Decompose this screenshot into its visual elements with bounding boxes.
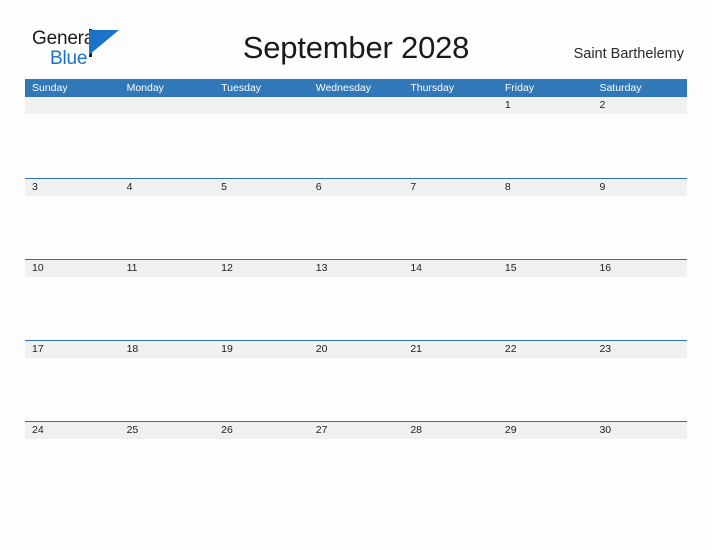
day-note-area[interactable] [120,358,215,421]
day-cell[interactable]: 23 [592,341,687,358]
day-cell[interactable]: 29 [498,422,593,439]
day-cell[interactable] [214,97,309,114]
day-note-band [25,439,687,502]
day-cell[interactable]: 7 [403,179,498,196]
weekday-friday: Friday [504,82,535,94]
day-note-area[interactable] [403,439,498,502]
day-note-area[interactable] [25,277,120,340]
day-note-band [25,358,687,421]
date-number-band: 3 4 5 6 7 8 9 [25,179,687,196]
day-note-area[interactable] [403,277,498,340]
day-note-area[interactable] [592,439,687,502]
day-cell[interactable]: 28 [403,422,498,439]
weekday-header-row: Sunday Monday Tuesday Wednesday Thursday… [25,79,687,97]
day-cell[interactable]: 10 [25,260,120,277]
day-note-area[interactable] [120,439,215,502]
day-cell[interactable]: 26 [214,422,309,439]
day-cell[interactable]: 16 [592,260,687,277]
day-cell[interactable]: 25 [120,422,215,439]
page-header: General Blue September 2028 Saint Barthe… [0,0,712,78]
weekday-sunday: Sunday [32,82,68,94]
date-number-band: 1 2 [25,97,687,114]
day-note-area[interactable] [592,277,687,340]
weekday-wednesday: Wednesday [315,82,371,94]
day-note-area[interactable] [403,358,498,421]
calendar-page: General Blue September 2028 Saint Barthe… [0,0,712,550]
day-cell[interactable]: 5 [214,179,309,196]
day-cell[interactable] [403,97,498,114]
day-cell[interactable] [120,97,215,114]
weekday-tuesday: Tuesday [221,82,262,94]
day-note-band [25,277,687,340]
day-cell[interactable]: 4 [120,179,215,196]
day-note-area[interactable] [309,277,404,340]
day-cell[interactable]: 1 [498,97,593,114]
day-cell[interactable]: 3 [25,179,120,196]
day-note-area[interactable] [214,358,309,421]
day-note-area[interactable] [592,358,687,421]
day-note-area[interactable] [25,196,120,259]
day-note-area[interactable] [214,277,309,340]
day-note-area[interactable] [120,277,215,340]
day-note-area[interactable] [403,196,498,259]
day-cell[interactable]: 8 [498,179,593,196]
date-number-band: 17 18 19 20 21 22 23 [25,341,687,358]
day-note-area[interactable] [120,115,215,178]
weekday-thursday: Thursday [410,82,455,94]
day-note-area[interactable] [120,196,215,259]
day-note-area[interactable] [214,196,309,259]
day-cell[interactable]: 11 [120,260,215,277]
day-cell[interactable]: 15 [498,260,593,277]
day-cell[interactable]: 20 [309,341,404,358]
week-row: 10 11 12 13 14 15 16 [25,259,687,340]
day-note-area[interactable] [498,277,593,340]
weekday-monday: Monday [126,82,164,94]
day-cell[interactable] [25,97,120,114]
day-cell[interactable]: 27 [309,422,404,439]
day-note-area[interactable] [592,115,687,178]
week-row: 3 4 5 6 7 8 9 [25,178,687,259]
day-note-area[interactable] [309,115,404,178]
day-note-area[interactable] [309,439,404,502]
day-note-area[interactable] [498,439,593,502]
day-cell[interactable]: 22 [498,341,593,358]
day-cell[interactable]: 12 [214,260,309,277]
day-note-band [25,196,687,259]
calendar-grid: Sunday Monday Tuesday Wednesday Thursday… [25,79,687,502]
date-number-band: 10 11 12 13 14 15 16 [25,260,687,277]
day-cell[interactable]: 30 [592,422,687,439]
day-cell[interactable]: 18 [120,341,215,358]
day-cell[interactable]: 13 [309,260,404,277]
day-cell[interactable]: 14 [403,260,498,277]
week-row: 24 25 26 27 28 29 30 [25,421,687,502]
day-cell[interactable]: 24 [25,422,120,439]
day-cell[interactable]: 6 [309,179,404,196]
day-cell[interactable]: 21 [403,341,498,358]
date-number-band: 24 25 26 27 28 29 30 [25,422,687,439]
day-cell[interactable]: 2 [592,97,687,114]
day-cell[interactable]: 9 [592,179,687,196]
day-cell[interactable]: 17 [25,341,120,358]
day-note-area[interactable] [25,439,120,502]
location-label: Saint Barthelemy [573,46,684,62]
weekday-saturday: Saturday [599,82,642,94]
week-row: 17 18 19 20 21 22 23 [25,340,687,421]
day-note-area[interactable] [403,115,498,178]
day-note-band [25,115,687,178]
day-note-area[interactable] [309,196,404,259]
day-note-area[interactable] [498,358,593,421]
day-cell[interactable] [309,97,404,114]
week-row: 1 2 [25,97,687,178]
day-note-area[interactable] [498,196,593,259]
day-note-area[interactable] [25,115,120,178]
day-cell[interactable]: 19 [214,341,309,358]
day-note-area[interactable] [592,196,687,259]
day-note-area[interactable] [25,358,120,421]
day-note-area[interactable] [214,439,309,502]
day-note-area[interactable] [309,358,404,421]
day-note-area[interactable] [214,115,309,178]
day-note-area[interactable] [498,115,593,178]
